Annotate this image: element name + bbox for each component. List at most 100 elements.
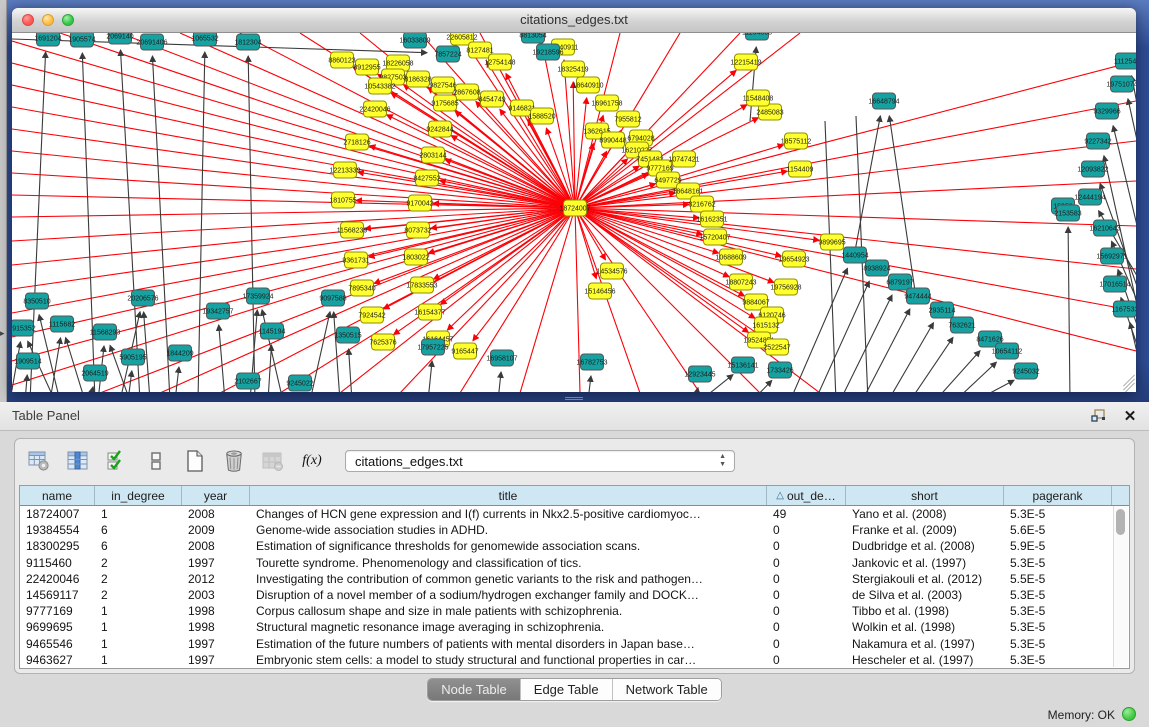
table-cell: Genome-wide association studies in ADHD. xyxy=(250,523,767,537)
table-scrollbar[interactable] xyxy=(1113,506,1128,667)
network-canvas[interactable]: 1872400788601238912955182260589827503105… xyxy=(12,33,1136,392)
svg-text:1588520: 1588520 xyxy=(528,113,555,120)
svg-text:1844209: 1844209 xyxy=(166,350,193,357)
svg-text:2064519: 2064519 xyxy=(81,370,108,377)
table-cell: 0 xyxy=(767,523,846,537)
svg-text:8813054: 8813054 xyxy=(519,33,546,39)
table-settings-icon[interactable] xyxy=(27,449,51,473)
table-row[interactable]: 1938455462009Genome-wide association stu… xyxy=(20,522,1129,538)
table-row[interactable]: 1456911722003Disruption of a novel membe… xyxy=(20,587,1129,603)
table-cell: 22420046 xyxy=(20,572,95,586)
table-cell: 0 xyxy=(767,620,846,634)
svg-text:2935114: 2935114 xyxy=(929,307,956,314)
table-cell: 5.3E-5 xyxy=(1004,620,1112,634)
svg-text:8127481: 8127481 xyxy=(466,47,493,54)
table-cell: 9463627 xyxy=(20,653,95,667)
svg-text:9097588: 9097588 xyxy=(319,295,346,302)
svg-text:1905574: 1905574 xyxy=(68,36,95,43)
select-all-rows-icon[interactable] xyxy=(105,449,129,473)
svg-text:1909514: 1909514 xyxy=(14,358,41,365)
network-window-titlebar[interactable]: citations_edges.txt xyxy=(12,8,1136,33)
svg-text:1803022: 1803022 xyxy=(402,254,429,261)
svg-text:17016514: 17016514 xyxy=(1099,281,1130,288)
table-cell: Estimation of significance thresholds fo… xyxy=(250,539,767,553)
column-header-title[interactable]: title xyxy=(250,486,767,505)
svg-text:7895340: 7895340 xyxy=(348,285,375,292)
sort-ascending-icon: △ xyxy=(776,490,784,501)
table-cell: Stergiakouli et al. (2012) xyxy=(846,572,1004,586)
column-header-pagerank[interactable]: pagerank xyxy=(1004,486,1112,505)
svg-text:7632621: 7632621 xyxy=(948,322,975,329)
dropdown-arrows-icon: ▲▼ xyxy=(719,453,726,469)
table-cell: Yano et al. (2008) xyxy=(846,507,1004,521)
table-row[interactable]: 1872400712008Changes of HCN gene express… xyxy=(20,506,1129,522)
table-selector-dropdown[interactable]: citations_edges.txt ▲▼ xyxy=(345,450,735,472)
column-header-short[interactable]: short xyxy=(846,486,1004,505)
svg-text:1112543: 1112543 xyxy=(1114,58,1136,65)
tab-network-table[interactable]: Network Table xyxy=(612,679,721,700)
svg-text:22420046: 22420046 xyxy=(359,106,390,113)
close-panel-icon[interactable]: ✕ xyxy=(1121,407,1139,425)
west-panel-expand-arrow[interactable]: ▸ xyxy=(0,328,5,339)
svg-text:8073732: 8073732 xyxy=(404,227,431,234)
svg-text:9245022: 9245022 xyxy=(286,380,313,387)
table-cell: 9115460 xyxy=(20,556,95,570)
svg-text:11548408: 11548408 xyxy=(743,95,774,102)
table-cell: 5.6E-5 xyxy=(1004,523,1112,537)
svg-text:19756928: 19756928 xyxy=(770,284,801,291)
table-row[interactable]: 2242004622012Investigating the contribut… xyxy=(20,571,1129,587)
table-row[interactable]: 946362711997Embryonic stem cells: a mode… xyxy=(20,652,1129,668)
delete-table-icon[interactable] xyxy=(222,449,246,473)
table-cell: 5.3E-5 xyxy=(1004,637,1112,651)
table-cell: Tibbo et al. (1998) xyxy=(846,604,1004,618)
svg-text:2522547: 2522547 xyxy=(763,344,790,351)
table-cell: 2012 xyxy=(182,572,250,586)
function-builder-icon[interactable]: f(x) xyxy=(300,449,324,473)
table-scrollbar-thumb[interactable] xyxy=(1116,509,1125,535)
svg-text:1440954: 1440954 xyxy=(841,252,868,259)
table-row[interactable]: 946554611997Estimation of the future num… xyxy=(20,636,1129,652)
table-cell: 1 xyxy=(95,653,182,667)
svg-text:11568239: 11568239 xyxy=(337,227,368,234)
svg-text:7857224: 7857224 xyxy=(434,51,461,58)
table-cell: 6 xyxy=(95,523,182,537)
table-cell: 18300295 xyxy=(20,539,95,553)
svg-text:12754148: 12754148 xyxy=(484,59,515,66)
table-cell: 1 xyxy=(95,604,182,618)
network-graph[interactable]: 1872400788601238912955182260589827503105… xyxy=(12,33,1136,392)
clear-selection-icon[interactable] xyxy=(144,449,168,473)
table-row[interactable]: 977716911998Corpus callosum shape and si… xyxy=(20,603,1129,619)
table-cell: 1997 xyxy=(182,556,250,570)
tab-node-table[interactable]: Node Table xyxy=(428,679,520,700)
import-table-icon[interactable] xyxy=(261,449,285,473)
svg-text:15136141: 15136141 xyxy=(727,362,758,369)
column-header-out_de[interactable]: △out_de… xyxy=(767,486,846,505)
svg-text:8860123: 8860123 xyxy=(328,57,355,64)
svg-text:2485083: 2485083 xyxy=(756,109,783,116)
svg-text:8186328: 8186328 xyxy=(404,76,431,83)
column-header-year[interactable]: year xyxy=(182,486,250,505)
panel-splitter-handle[interactable] xyxy=(565,396,583,401)
table-cell: 1997 xyxy=(182,637,250,651)
column-chooser-icon[interactable] xyxy=(66,449,90,473)
memory-status-icon[interactable] xyxy=(1122,707,1136,721)
table-cell: 1 xyxy=(95,620,182,634)
network-window-title: citations_edges.txt xyxy=(12,12,1136,27)
table-cell: Embryonic stem cells: a model to study s… xyxy=(250,653,767,667)
application-window: ▸ citations_edges.txt 187240078860123891… xyxy=(0,0,1149,727)
svg-text:1615132: 1615132 xyxy=(752,322,779,329)
table-cell: Jankovic et al. (1997) xyxy=(846,556,1004,570)
table-row[interactable]: 911546021997Tourette syndrome. Phenomeno… xyxy=(20,555,1129,571)
table-cell: 0 xyxy=(767,604,846,618)
svg-text:10543382: 10543382 xyxy=(364,83,395,90)
svg-text:18226058: 18226058 xyxy=(382,60,413,67)
table-row[interactable]: 969969511998Structural magnetic resonanc… xyxy=(20,619,1129,635)
table-row[interactable]: 1830029562008Estimation of significance … xyxy=(20,538,1129,554)
float-panel-icon[interactable] xyxy=(1089,407,1107,425)
new-table-icon[interactable] xyxy=(183,449,207,473)
column-header-in_degree[interactable]: in_degree xyxy=(95,486,182,505)
column-header-name[interactable]: name xyxy=(20,486,95,505)
table-panel-body: f(x) citations_edges.txt ▲▼ namein_degre… xyxy=(14,438,1135,674)
canvas-resize-grip[interactable] xyxy=(1120,377,1134,391)
tab-edge-table[interactable]: Edge Table xyxy=(520,679,612,700)
